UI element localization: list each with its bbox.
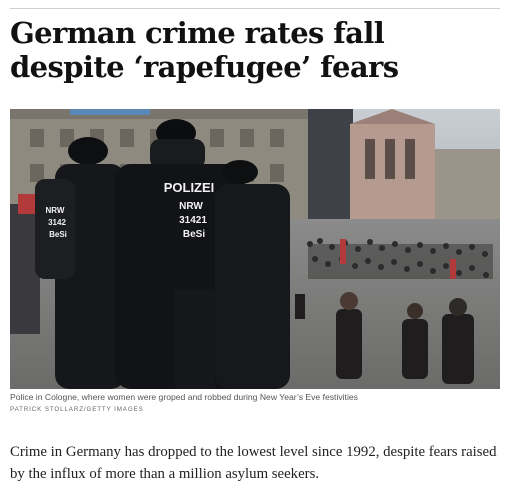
article-lead-paragraph: Crime in Germany has dropped to the lowe…	[10, 444, 497, 482]
police-side-number: 3142	[48, 218, 66, 227]
photo-caption: Police in Cologne, where women were grop…	[10, 392, 358, 402]
article-headline: German crime rates fall despite ‘rapefug…	[10, 16, 399, 84]
police-back-label: POLIZEI	[164, 180, 215, 195]
police-back-code: BeSi	[183, 229, 205, 240]
police-back-number: 31421	[179, 215, 207, 226]
police-side-code: BeSi	[49, 230, 67, 239]
police-side-region: NRW	[46, 206, 65, 215]
top-divider	[10, 8, 500, 9]
photo-credit: Patrick Stollarz/Getty Images	[10, 406, 144, 413]
police-back-region: NRW	[179, 201, 203, 212]
article-photo: POLIZEI NRW 31421 BeSi NRW 3142 BeSi	[10, 109, 500, 389]
